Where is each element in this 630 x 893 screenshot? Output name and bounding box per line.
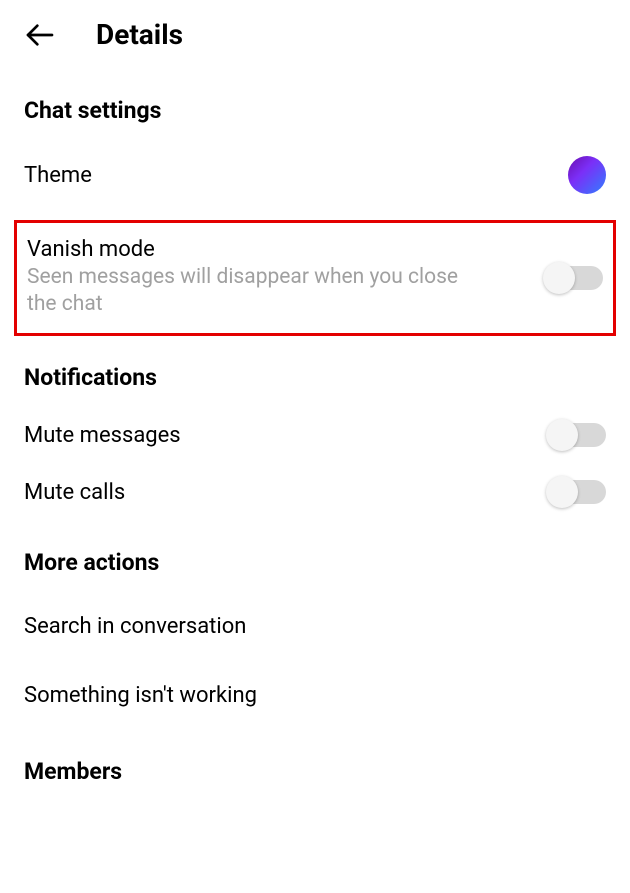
theme-color-icon <box>568 156 606 194</box>
toggle-knob <box>543 262 575 294</box>
vanish-mode-highlight: Vanish mode Seen messages will disappear… <box>14 220 616 336</box>
toggle-knob <box>546 476 578 508</box>
search-conversation-label: Search in conversation <box>24 614 606 639</box>
theme-label: Theme <box>24 163 568 188</box>
section-notifications: Notifications <box>24 336 606 407</box>
page-title: Details <box>96 18 183 51</box>
mute-messages-toggle[interactable] <box>548 423 606 447</box>
theme-row[interactable]: Theme <box>24 140 606 210</box>
vanish-mode-label: Vanish mode <box>27 237 545 262</box>
mute-messages-label: Mute messages <box>24 423 548 448</box>
mute-calls-toggle[interactable] <box>548 480 606 504</box>
section-chat-settings: Chat settings <box>24 69 606 140</box>
mute-calls-row[interactable]: Mute calls <box>24 464 606 521</box>
section-members: Members <box>24 730 606 801</box>
toggle-knob <box>546 419 578 451</box>
header-bar: Details <box>0 0 630 69</box>
mute-calls-label: Mute calls <box>24 480 548 505</box>
section-more-actions: More actions <box>24 521 606 592</box>
search-conversation-row[interactable]: Search in conversation <box>24 592 606 661</box>
report-problem-label: Something isn't working <box>24 683 606 708</box>
vanish-mode-toggle[interactable] <box>545 266 603 290</box>
content: Chat settings Theme Vanish mode Seen mes… <box>0 69 630 801</box>
mute-messages-row[interactable]: Mute messages <box>24 407 606 464</box>
vanish-mode-row[interactable]: Vanish mode Seen messages will disappear… <box>27 237 603 319</box>
back-icon[interactable] <box>24 19 56 51</box>
vanish-mode-description: Seen messages will disappear when you cl… <box>27 264 477 319</box>
report-problem-row[interactable]: Something isn't working <box>24 661 606 730</box>
